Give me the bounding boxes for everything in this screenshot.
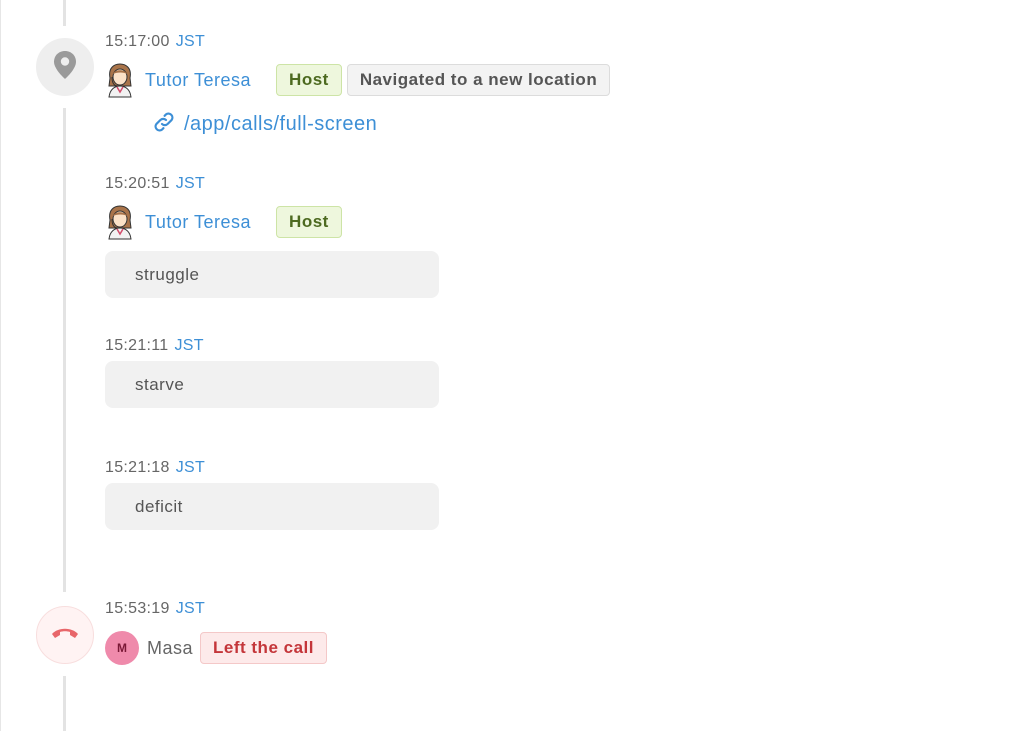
event-timestamp: 15:53:19 JST (105, 600, 205, 618)
link-icon (152, 110, 176, 139)
tutor-avatar-icon (105, 204, 135, 240)
user-name-link[interactable]: Tutor Teresa (145, 70, 251, 91)
link-url[interactable]: /app/calls/full-screen (184, 113, 377, 136)
event-timestamp: 15:17:00 JST (105, 33, 205, 51)
timeline-line (63, 676, 66, 731)
left-call-badge: Left the call (200, 632, 327, 664)
chat-message: starve (105, 361, 439, 408)
host-badge: Host (276, 64, 342, 96)
timezone-label: JST (175, 600, 206, 617)
time-value: 15:20:51 (105, 175, 170, 192)
timezone-label: JST (175, 175, 206, 192)
event-user-row: M Masa Left the call (105, 630, 327, 666)
timeline-line (63, 108, 66, 592)
hang-up-phone-icon (50, 625, 80, 646)
message-text: starve (135, 374, 185, 394)
time-value: 15:21:11 (105, 337, 169, 354)
panel-left-border (0, 0, 1, 731)
hangup-event-marker (36, 606, 94, 664)
action-badge: Navigated to a new location (346, 64, 611, 96)
message-text: struggle (135, 264, 200, 284)
timezone-label: JST (175, 459, 206, 476)
location-pin-icon (52, 50, 78, 85)
message-text: deficit (135, 496, 183, 516)
location-event-marker (36, 38, 94, 96)
timeline-line (63, 0, 66, 26)
chat-message: struggle (105, 251, 439, 298)
event-user-row: Tutor Teresa Host (105, 204, 342, 240)
timezone-label: JST (174, 337, 204, 354)
event-timestamp: 15:21:18 JST (105, 459, 205, 477)
navigation-link[interactable]: /app/calls/full-screen (152, 110, 377, 139)
time-value: 15:21:18 (105, 459, 170, 476)
time-value: 15:53:19 (105, 600, 170, 617)
avatar: M (105, 631, 139, 665)
time-value: 15:17:00 (105, 33, 170, 50)
tutor-avatar-icon (105, 62, 135, 98)
user-name: Masa (147, 637, 194, 658)
chat-message: deficit (105, 483, 439, 530)
event-timestamp: 15:20:51 JST (105, 175, 205, 193)
user-name-link[interactable]: Tutor Teresa (145, 212, 251, 233)
host-badge: Host (276, 206, 342, 238)
event-timestamp: 15:21:11 JST (105, 337, 204, 355)
event-user-row: Tutor Teresa Host Navigated to a new loc… (105, 62, 611, 98)
timezone-label: JST (175, 33, 206, 50)
